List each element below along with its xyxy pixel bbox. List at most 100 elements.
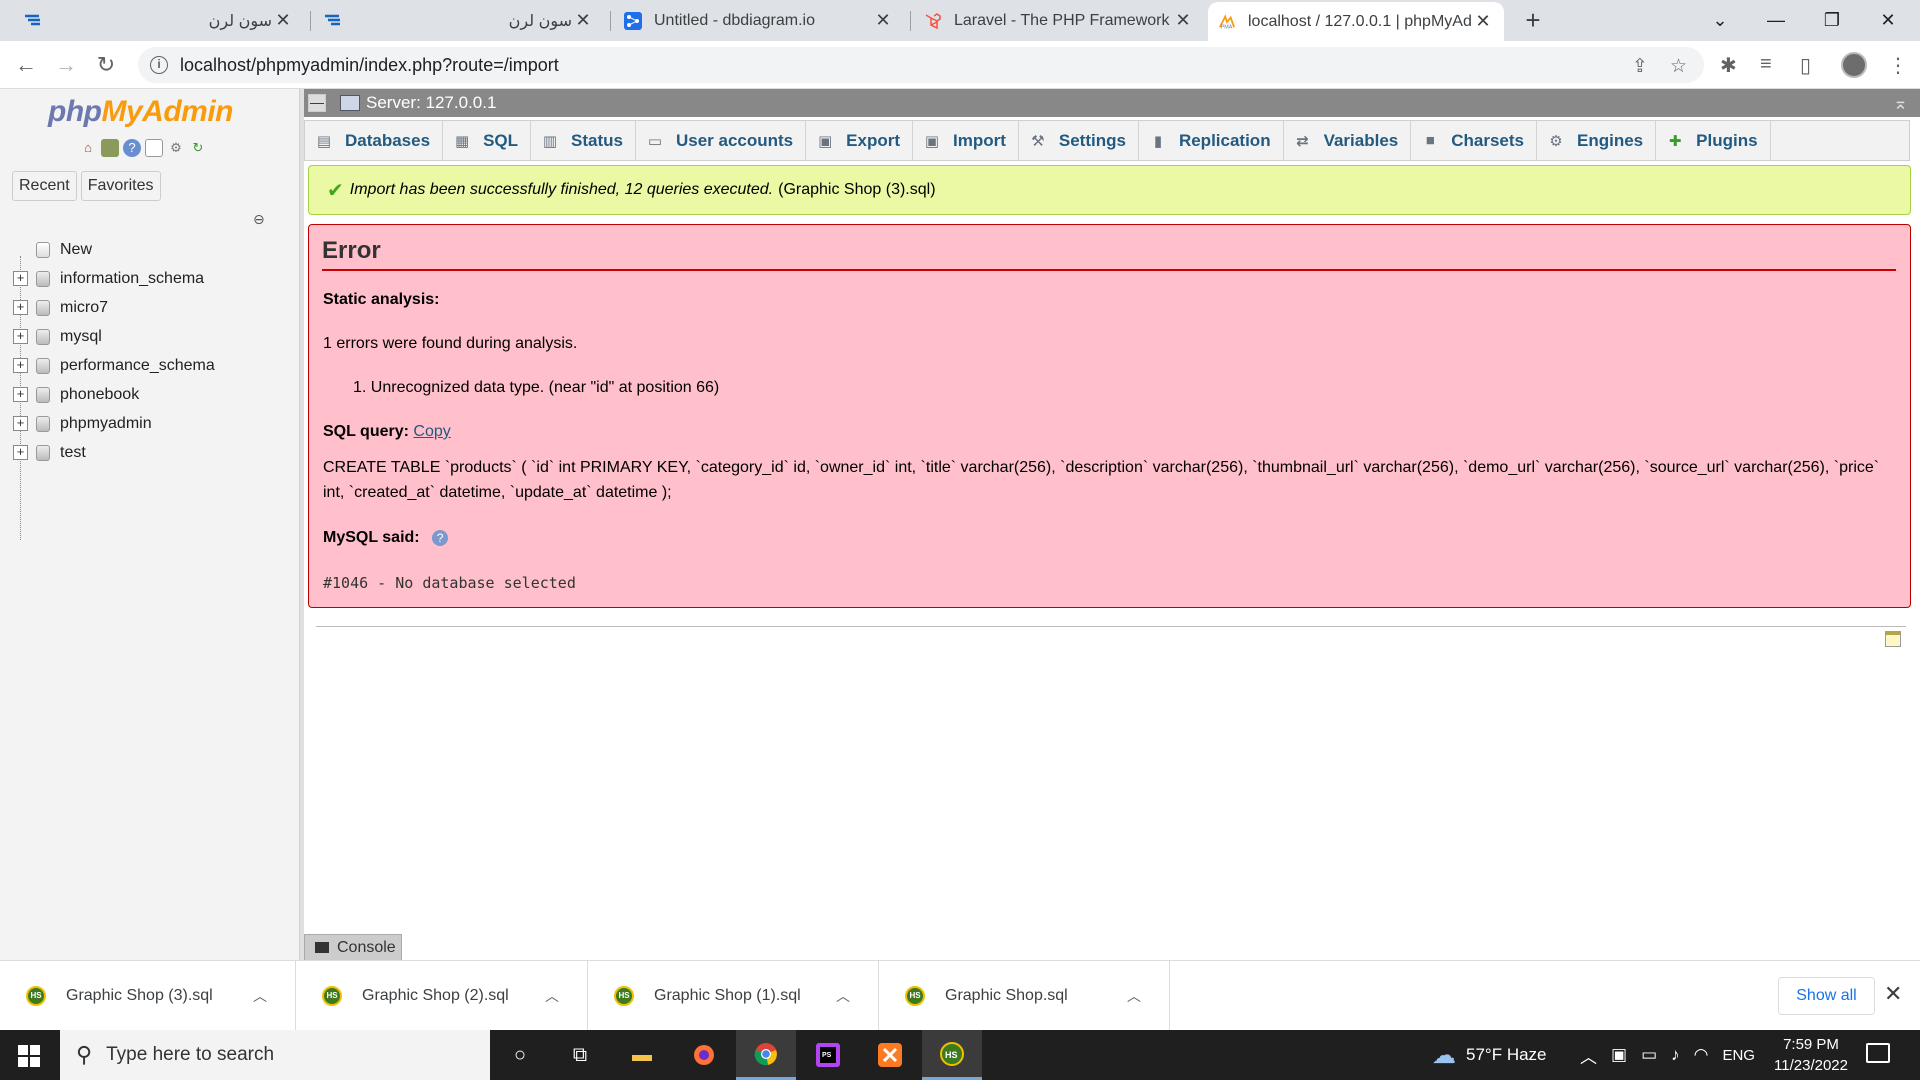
notification-icon[interactable] <box>1866 1043 1890 1063</box>
nav-resizer[interactable] <box>300 89 304 960</box>
avatar[interactable] <box>1841 52 1867 78</box>
server-label[interactable]: Server: 127.0.0.1 <box>366 93 496 113</box>
scroll-top-icon[interactable]: ⌅ <box>1893 93 1908 114</box>
expand-icon[interactable]: + <box>13 300 28 315</box>
file-explorer-icon[interactable]: ▬ <box>612 1030 672 1080</box>
tree-item-test[interactable]: + test <box>10 438 215 467</box>
docs-icon[interactable] <box>145 139 163 157</box>
tree-item-micro7[interactable]: + micro7 <box>10 293 215 322</box>
reload-button[interactable]: ↻ <box>92 51 120 79</box>
close-window-button[interactable]: ✕ <box>1860 0 1916 41</box>
bookmark-star-icon[interactable]: ☆ <box>1670 55 1687 78</box>
tab-plugins[interactable]: ✚ Plugins <box>1656 121 1771 160</box>
side-panel-icon[interactable]: ▯ <box>1800 53 1811 78</box>
phpstorm-icon[interactable]: PS <box>798 1030 858 1080</box>
expand-icon[interactable]: + <box>13 445 28 460</box>
help-icon[interactable]: ? <box>123 139 141 157</box>
reload-nav-icon[interactable]: ↻ <box>189 139 207 157</box>
tree-item-performance-schema[interactable]: + performance_schema <box>10 351 215 380</box>
expand-icon[interactable]: + <box>13 416 28 431</box>
collapse-nav-button[interactable]: — <box>308 94 326 112</box>
download-item[interactable]: HS Graphic Shop (1).sql ︿ <box>588 961 879 1031</box>
link-with-main-icon[interactable]: ⊖ <box>253 211 265 228</box>
minimize-button[interactable]: — <box>1748 0 1804 41</box>
cortana-icon[interactable]: ○ <box>490 1030 550 1080</box>
tab-variables[interactable]: ⇄ Variables <box>1284 121 1412 160</box>
tree-item-information-schema[interactable]: + information_schema <box>10 264 215 293</box>
media-icon[interactable]: ≡ <box>1760 53 1772 76</box>
address-bar[interactable]: i localhost/phpmyadmin/index.php?route=/… <box>138 47 1704 83</box>
tab-recent[interactable]: Recent <box>12 171 77 201</box>
chevron-up-icon[interactable]: ︿ <box>1580 1043 1597 1068</box>
tab-search-icon[interactable]: ⌄ <box>1692 0 1748 41</box>
taskbar-search-input[interactable]: ⚲ Type here to search <box>60 1030 490 1080</box>
expand-icon[interactable]: + <box>13 358 28 373</box>
chevron-up-icon[interactable]: ︿ <box>545 986 559 1006</box>
close-icon[interactable]: ✕ <box>272 10 294 31</box>
tab-settings[interactable]: ⚒ Settings <box>1019 121 1139 160</box>
expand-icon[interactable]: + <box>13 329 28 344</box>
language-indicator[interactable]: ENG <box>1722 1047 1755 1064</box>
logout-icon[interactable] <box>101 139 119 157</box>
tab-import[interactable]: ▣ Import <box>913 121 1019 160</box>
close-icon[interactable]: ✕ <box>872 10 894 31</box>
windows-start-icon[interactable] <box>18 1045 40 1067</box>
tree-item-mysql[interactable]: + mysql <box>10 322 215 351</box>
console-toggle[interactable]: Console <box>304 934 402 960</box>
tree-item-new[interactable]: New <box>10 235 215 264</box>
menu-dots-icon[interactable]: ⋮ <box>1888 53 1908 78</box>
page-settings-icon[interactable] <box>1885 631 1901 647</box>
home-icon[interactable]: ⌂ <box>79 139 97 157</box>
firefox-icon[interactable] <box>674 1030 734 1080</box>
browser-tab[interactable]: سون لرن ✕ <box>14 0 304 41</box>
download-item[interactable]: HS Graphic Shop.sql ︿ <box>879 961 1170 1031</box>
weather-widget[interactable]: ☁ 57°F Haze <box>1432 1030 1547 1080</box>
chevron-up-icon[interactable]: ︿ <box>253 986 267 1006</box>
xampp-icon[interactable] <box>860 1030 920 1080</box>
share-icon[interactable]: ⇪ <box>1632 55 1648 78</box>
browser-tab[interactable]: سون لرن ✕ <box>314 0 604 41</box>
download-item[interactable]: HS Graphic Shop (3).sql ︿ <box>0 961 296 1031</box>
browser-tab[interactable]: Laravel - The PHP Framework For ✕ <box>914 0 1204 41</box>
close-icon[interactable]: ✕ <box>1884 981 1902 1007</box>
forward-button[interactable]: → <box>52 51 80 79</box>
clock[interactable]: 7:59 PM 11/23/2022 <box>1766 1034 1856 1076</box>
tree-item-phonebook[interactable]: + phonebook <box>10 380 215 409</box>
volume-icon[interactable]: ♪ <box>1671 1045 1680 1065</box>
copy-link[interactable]: Copy <box>413 423 450 440</box>
expand-icon[interactable]: + <box>13 387 28 402</box>
new-tab-button[interactable]: + <box>1520 7 1546 34</box>
browser-tab[interactable]: Untitled - dbdiagram.io ✕ <box>614 0 904 41</box>
meet-now-icon[interactable]: ▣ <box>1611 1045 1627 1065</box>
close-icon[interactable]: ✕ <box>572 10 594 31</box>
tab-favorites[interactable]: Favorites <box>80 171 161 201</box>
back-button[interactable]: ← <box>12 51 40 79</box>
tab-status[interactable]: ▥ Status <box>531 121 636 160</box>
download-item[interactable]: HS Graphic Shop (2).sql ︿ <box>296 961 588 1031</box>
tab-replication[interactable]: ▮ Replication <box>1139 121 1284 160</box>
gear-icon[interactable]: ⚙ <box>167 139 185 157</box>
close-icon[interactable]: ✕ <box>1472 11 1494 32</box>
expand-icon[interactable]: + <box>13 271 28 286</box>
tab-user-accounts[interactable]: ▭ User accounts <box>636 121 807 160</box>
chevron-up-icon[interactable]: ︿ <box>1127 986 1141 1006</box>
tab-export[interactable]: ▣ Export <box>806 121 913 160</box>
show-all-button[interactable]: Show all <box>1778 977 1875 1015</box>
tab-sql[interactable]: ▦ SQL <box>443 121 532 160</box>
heidisql-icon[interactable]: HS <box>922 1030 982 1080</box>
phpmyadmin-logo[interactable]: phpMyAdmin <box>48 95 233 129</box>
tab-charsets[interactable]: ■ Charsets <box>1411 121 1538 160</box>
tab-databases[interactable]: ▤ Databases <box>305 121 444 160</box>
site-info-icon[interactable]: i <box>150 56 168 74</box>
wifi-icon[interactable]: ◠ <box>1694 1045 1709 1065</box>
close-icon[interactable]: ✕ <box>1172 10 1194 31</box>
chevron-up-icon[interactable]: ︿ <box>836 986 850 1006</box>
tab-engines[interactable]: ⚙ Engines <box>1537 121 1657 160</box>
battery-icon[interactable]: ▭ <box>1641 1045 1657 1065</box>
restore-button[interactable]: ❐ <box>1804 0 1860 41</box>
extensions-icon[interactable]: ✱ <box>1720 53 1737 78</box>
tree-item-phpmyadmin[interactable]: + phpmyadmin <box>10 409 215 438</box>
browser-tab-active[interactable]: PMA localhost / 127.0.0.1 | phpMyAdm ✕ <box>1208 2 1504 41</box>
task-view-icon[interactable]: ⧉ <box>550 1030 610 1080</box>
help-icon[interactable]: ? <box>432 529 449 546</box>
